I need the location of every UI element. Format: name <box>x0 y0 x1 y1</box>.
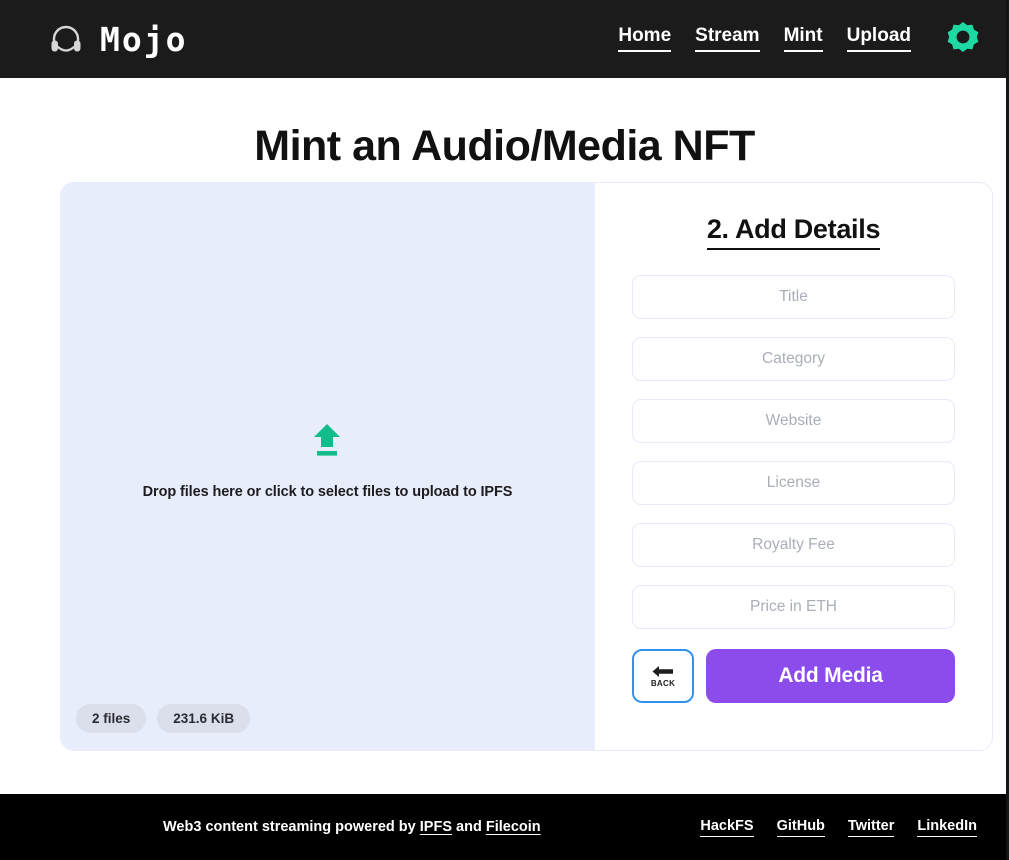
brightness-sun-icon <box>946 21 980 58</box>
details-heading: 2. Add Details <box>706 214 880 250</box>
nav-item-stream[interactable]: Stream <box>695 25 760 53</box>
price-eth-input[interactable] <box>632 585 955 629</box>
form-actions: BACK Add Media <box>632 649 955 703</box>
brand-logo[interactable]: Mojo <box>48 21 187 57</box>
brand-name: Mojo <box>100 19 188 59</box>
license-input[interactable] <box>632 461 955 505</box>
page-title: Mint an Audio/Media NFT <box>254 122 755 170</box>
upload-badges: 2 files 231.6 KiB <box>76 704 251 733</box>
back-button-label: BACK <box>650 678 676 688</box>
back-button[interactable]: BACK <box>632 649 694 703</box>
website-input[interactable] <box>632 399 955 443</box>
footer-link-ipfs[interactable]: IPFS <box>420 819 452 835</box>
file-count-badge: 2 files <box>76 704 147 733</box>
nav-item-mint[interactable]: Mint <box>783 25 823 53</box>
title-input[interactable] <box>632 275 955 319</box>
main-content: Mint an Audio/Media NFT Drop files here … <box>0 78 1009 794</box>
add-media-button[interactable]: Add Media <box>706 649 955 703</box>
site-footer: Web3 content streaming powered by IPFS a… <box>0 794 1009 860</box>
nav-item-upload[interactable]: Upload <box>846 25 911 53</box>
upload-arrow-icon <box>312 423 342 484</box>
theme-toggle-button[interactable] <box>945 21 981 57</box>
royalty-fee-input[interactable] <box>632 523 955 567</box>
dropzone-label: Drop files here or click to select files… <box>142 484 513 500</box>
dropzone-inner: Drop files here or click to select files… <box>142 423 513 500</box>
site-header: Mojo Home Stream Mint Upload <box>0 0 1009 78</box>
footer-credit-prefix: Web3 content streaming powered by <box>163 819 420 835</box>
footer-links: HackFS GitHub Twitter LinkedIn <box>700 818 977 837</box>
arrow-left-icon <box>652 665 674 678</box>
file-dropzone[interactable]: Drop files here or click to select files… <box>61 183 594 750</box>
footer-link-filecoin[interactable]: Filecoin <box>486 819 541 835</box>
main-nav: Home Stream Mint Upload <box>618 21 981 57</box>
mint-card: Drop files here or click to select files… <box>60 182 993 751</box>
footer-credit: Web3 content streaming powered by IPFS a… <box>163 819 541 835</box>
footer-link-linkedin[interactable]: LinkedIn <box>917 818 977 837</box>
footer-link-github[interactable]: GitHub <box>776 818 825 837</box>
footer-link-hackfs[interactable]: HackFS <box>700 818 754 837</box>
category-input[interactable] <box>632 337 955 381</box>
footer-link-twitter[interactable]: Twitter <box>847 818 895 837</box>
add-details-panel: 2. Add Details BACK Add Media <box>594 183 992 750</box>
footer-credit-middle: and <box>452 819 486 835</box>
nav-item-home[interactable]: Home <box>618 25 672 53</box>
headphones-icon <box>48 21 84 57</box>
file-size-badge: 231.6 KiB <box>157 704 251 733</box>
